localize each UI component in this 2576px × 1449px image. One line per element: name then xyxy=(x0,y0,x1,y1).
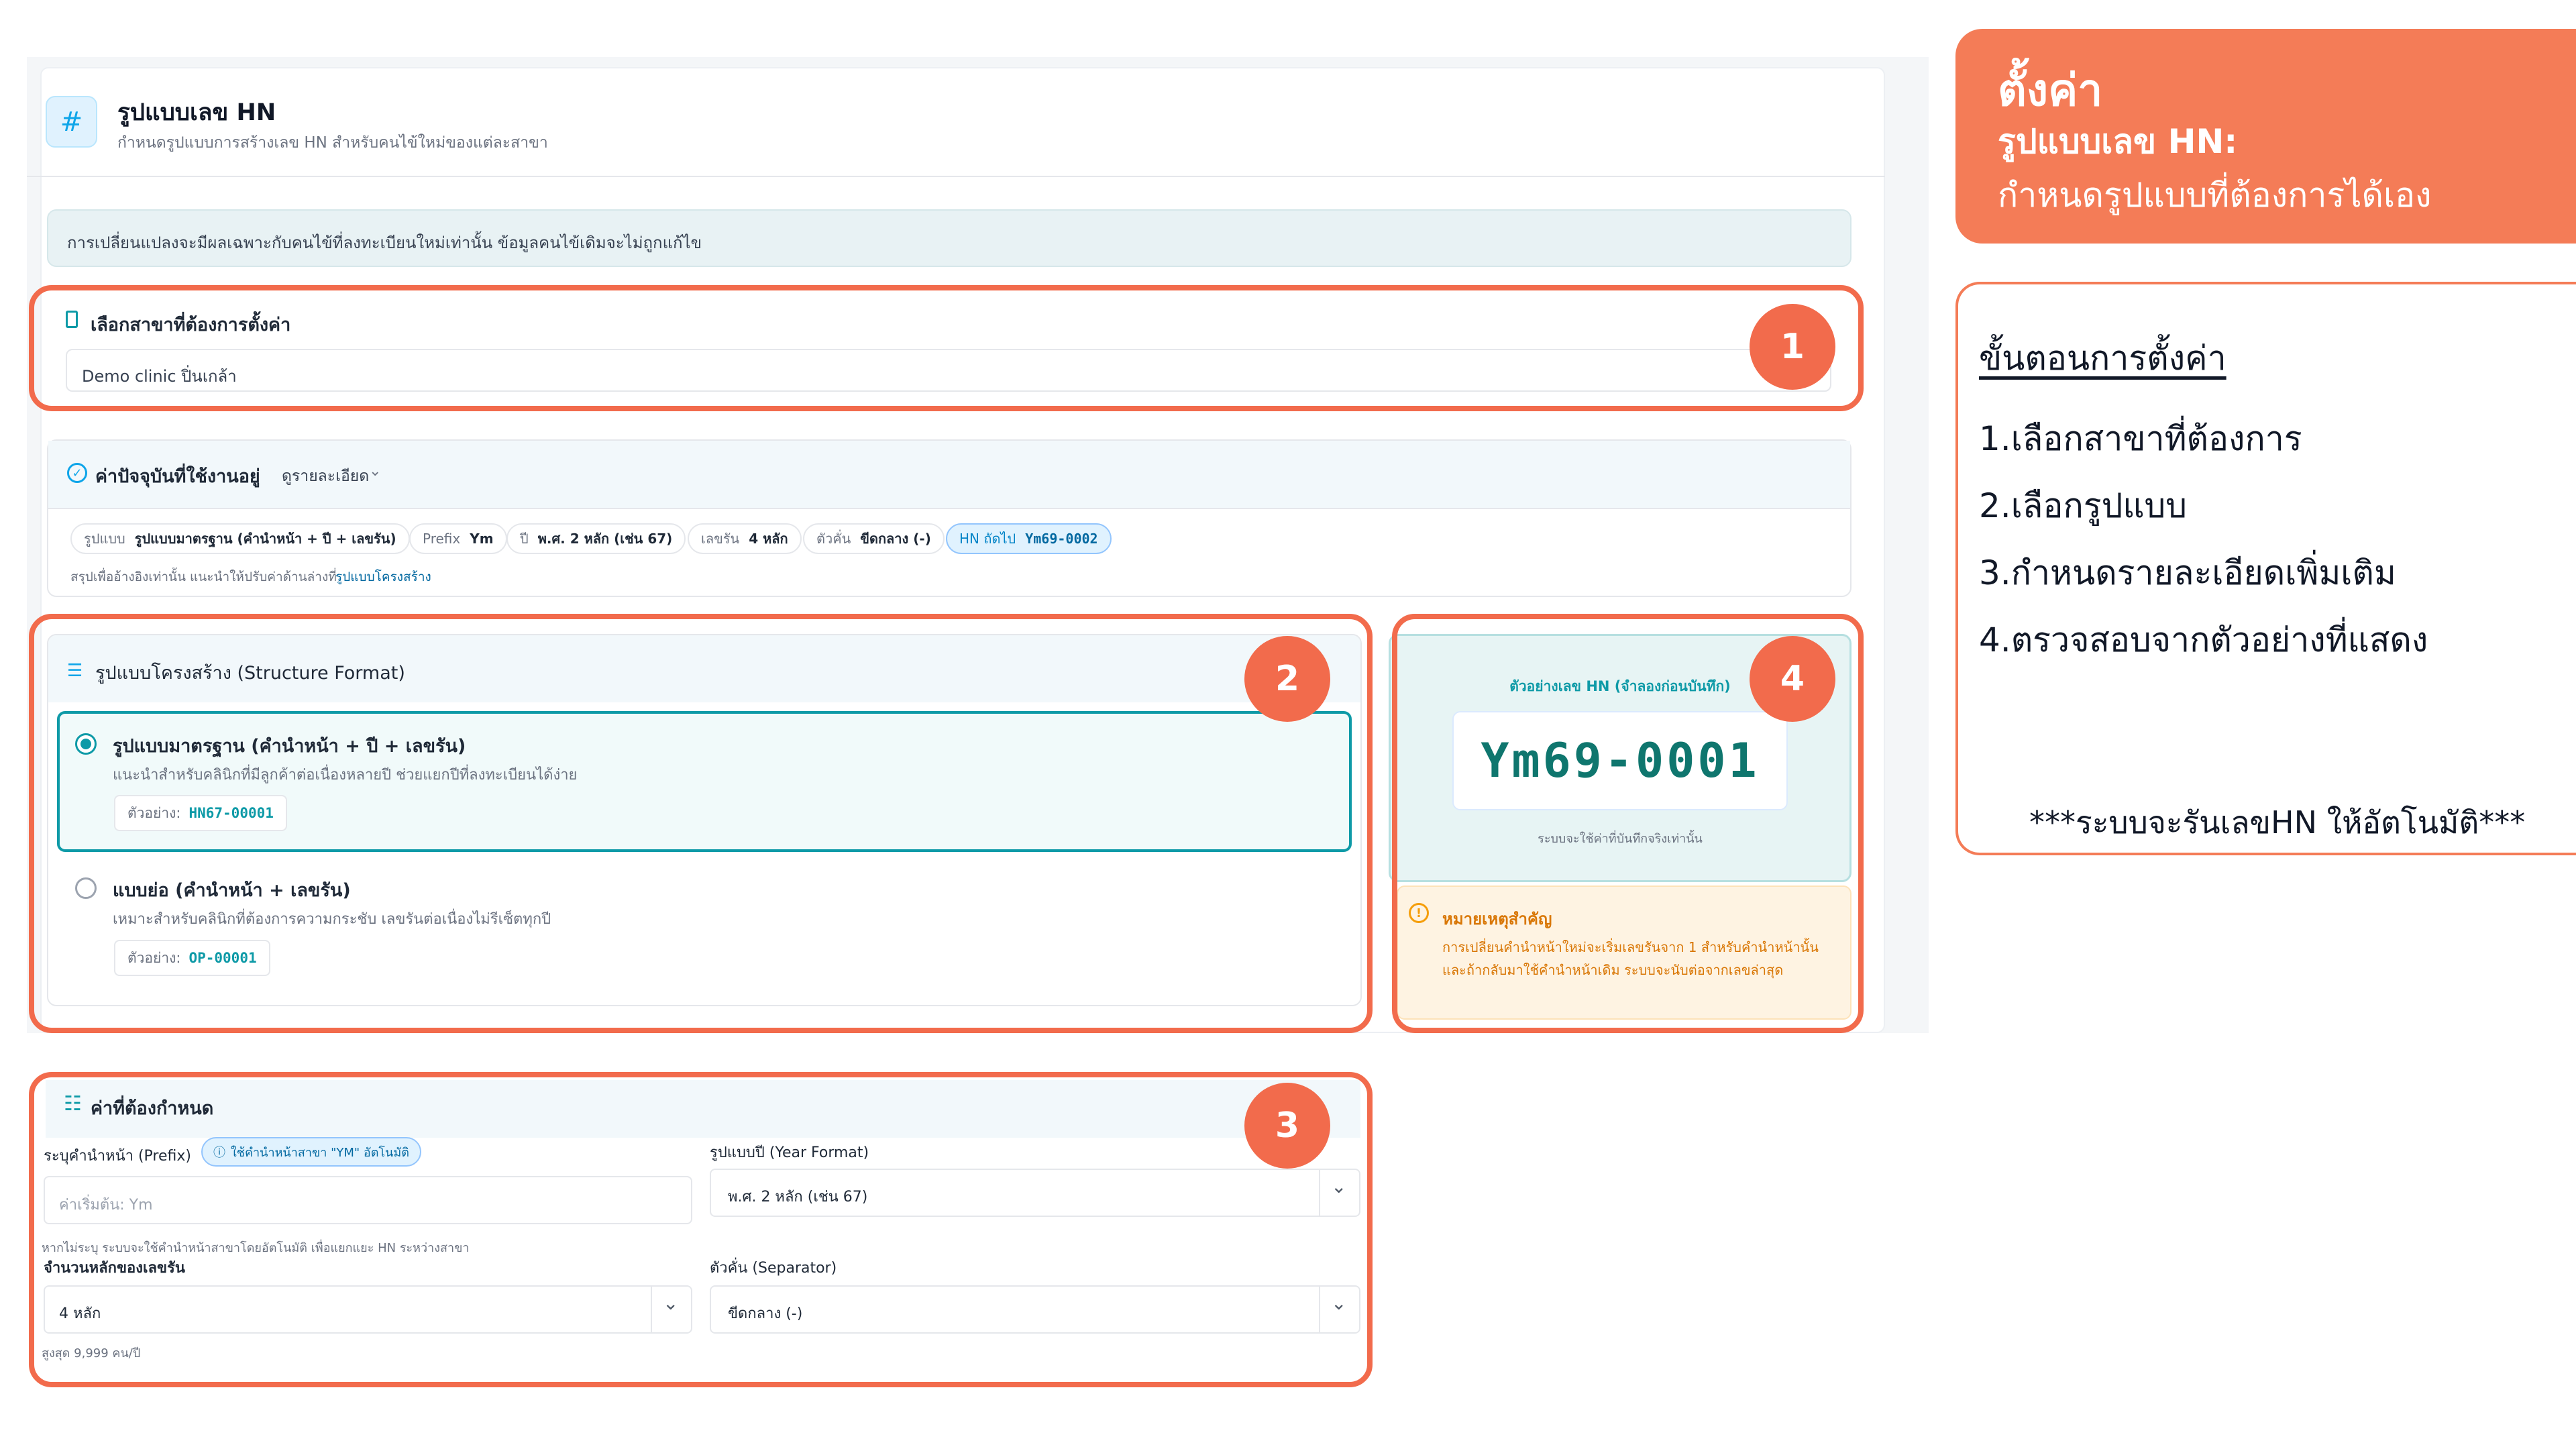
banner-description: กำหนดรูปแบบที่ต้องการได้เอง xyxy=(1998,176,2432,215)
notice-text: การเปลี่ยนแปลงจะมีผลเฉพาะกับคนไข้ที่ลงทะ… xyxy=(67,233,702,252)
header-divider xyxy=(27,176,1885,177)
chip-key: ตัวคั่น xyxy=(816,531,851,547)
steps-footnote: ***ระบบจะรันเลขHN ให้อัตโนมัติ*** xyxy=(2029,804,2526,841)
step-badge-3: 3 xyxy=(1244,1083,1330,1169)
chip-format: รูปแบบ รูปแบบมาตรฐาน (คำนำหน้า + ปี + เล… xyxy=(70,523,410,554)
step-badge-2: 2 xyxy=(1244,636,1330,722)
chip-year: ปี พ.ศ. 2 หลัก (เช่น 67) xyxy=(506,523,686,554)
current-values-divider xyxy=(48,508,1850,509)
chip-value: พ.ศ. 2 หลัก (เช่น 67) xyxy=(537,531,673,547)
chip-value: Ym xyxy=(470,531,494,547)
details-toggle[interactable]: ดูรายละเอียด xyxy=(282,464,369,488)
chevron-down-icon[interactable]: ⌄ xyxy=(369,463,381,480)
step-item: 3.กำหนดรายละเอียดเพิ่มเติม xyxy=(1979,553,2396,592)
step-item: 2.เลือกรูปแบบ xyxy=(1979,486,2188,525)
steps-title: ขั้นตอนการตั้งค่า xyxy=(1979,339,2226,378)
banner-subtitle: รูปแบบเลข HN: xyxy=(1998,122,2238,161)
page-subtitle: กำหนดรูปแบบการสร้างเลข HN สำหรับคนไข้ใหม… xyxy=(117,134,548,152)
chip-separator: ตัวคั่น ขีดกลาง (-) xyxy=(803,523,945,554)
chip-key: เลขรัน xyxy=(701,531,740,547)
current-values-title: ค่าปัจจุบันที่ใช้งานอยู่ xyxy=(95,466,260,487)
chip-key: ปี xyxy=(520,531,529,547)
chip-prefix: Prefix Ym xyxy=(409,523,507,554)
step-item: 4.ตรวจสอบจากตัวอย่างที่แสดง xyxy=(1979,621,2428,659)
chip-value: 4 หลัก xyxy=(749,531,788,547)
structure-format-link[interactable]: รูปแบบโครงสร้าง xyxy=(335,567,431,587)
current-note: สรุปเพื่ออ้างอิงเท่านั้น แนะนำให้ปรับค่า… xyxy=(70,570,337,584)
chip-value: รูปแบบมาตรฐาน (คำนำหน้า + ปี + เลขรัน) xyxy=(134,531,396,547)
highlight-frame-2 xyxy=(29,614,1373,1033)
chip-key: รูปแบบ xyxy=(84,531,125,547)
highlight-frame-1 xyxy=(29,285,1864,411)
step-item: 1.เลือกสาขาที่ต้องการ xyxy=(1979,419,2302,458)
check-circle-icon: ✓ xyxy=(67,463,87,483)
step-badge-1: 1 xyxy=(1750,304,1835,390)
chip-key: Prefix xyxy=(423,531,461,547)
step-badge-4: 4 xyxy=(1750,636,1835,722)
chip-value: ขีดกลาง (-) xyxy=(860,531,931,547)
chip-next-hn: HN ถัดไป Ym69-0002 xyxy=(946,523,1112,554)
page-title: รูปแบบเลข HN xyxy=(117,99,276,126)
hash-icon: # xyxy=(46,96,97,148)
highlight-frame-3 xyxy=(29,1072,1373,1387)
chip-value: Ym69-0002 xyxy=(1025,531,1098,547)
chip-key: HN ถัดไป xyxy=(959,531,1016,547)
chip-digits: เลขรัน 4 หลัก xyxy=(688,523,802,554)
